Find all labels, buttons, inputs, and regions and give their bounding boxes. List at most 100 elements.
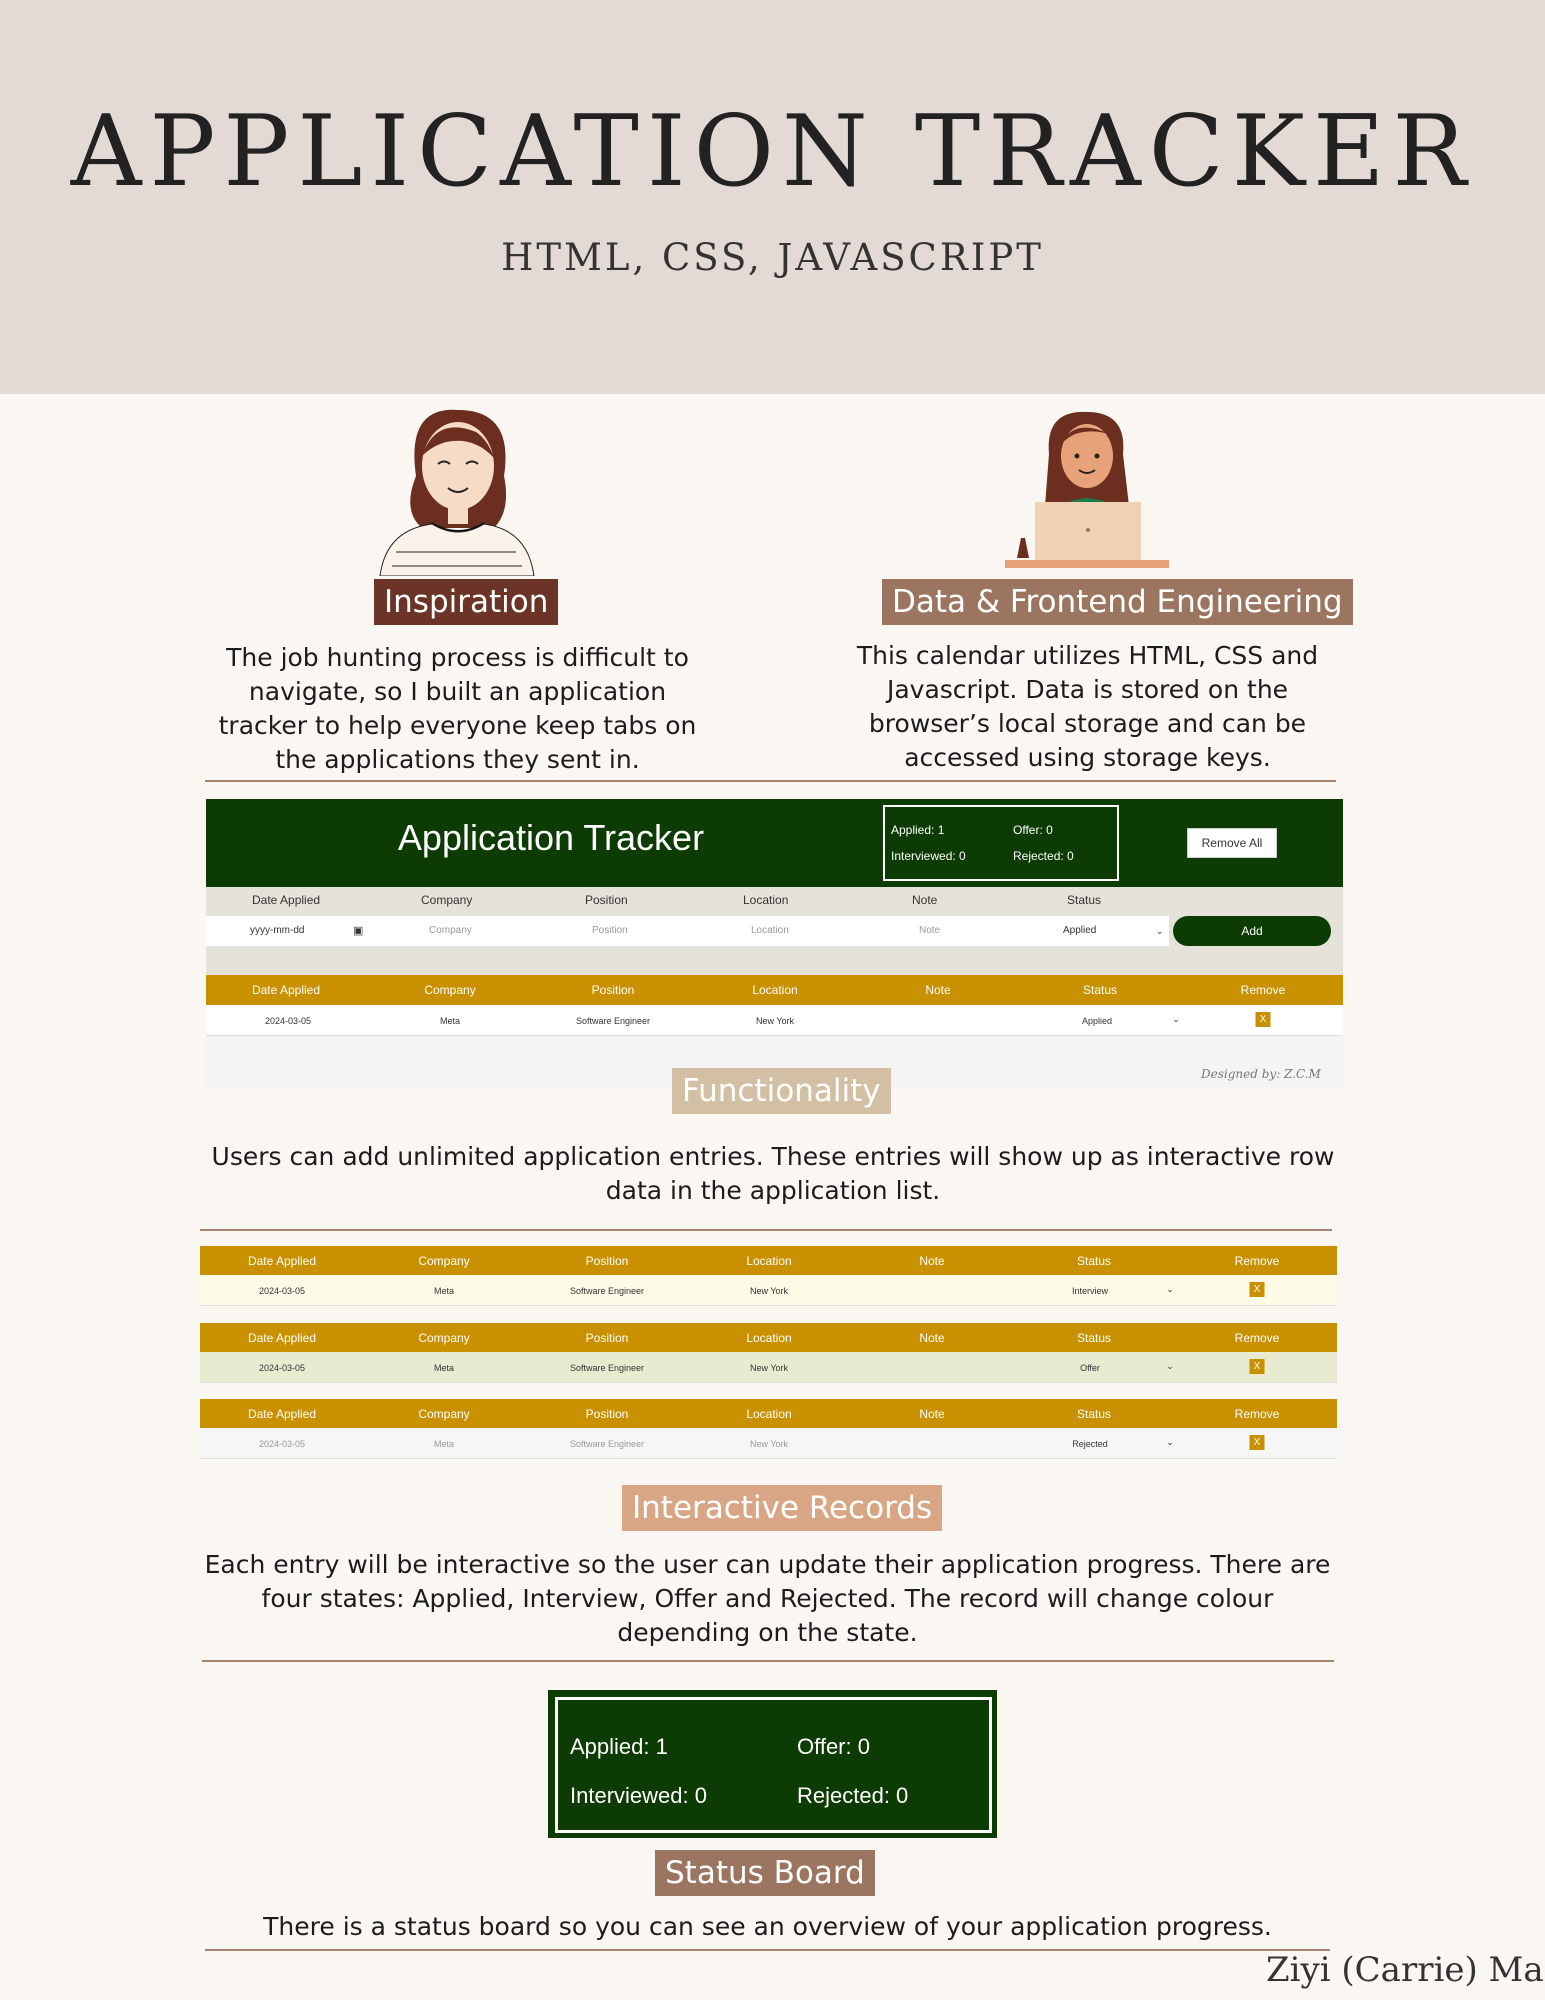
tracker-status-box: Applied: 1 Offer: 0 Interviewed: 0 Rejec…	[883, 805, 1119, 881]
col-position: Position	[585, 1331, 629, 1345]
col-remove: Remove	[1234, 1407, 1280, 1421]
col-note: Note	[919, 1254, 945, 1268]
col-location: Location	[746, 1331, 792, 1345]
tracker-applied-count: Applied: 1	[891, 823, 945, 837]
record-table-header: Date Applied Company Position Location Note S…	[200, 1323, 1337, 1352]
row-location: New York	[749, 1439, 789, 1449]
form-label-status: Status	[1067, 893, 1102, 907]
col-note: Note	[919, 1331, 945, 1345]
col-date: Date Applied	[251, 983, 321, 997]
record-state-table: Date Applied Company Position Location Note S…	[200, 1323, 1337, 1383]
divider-4	[205, 1949, 1330, 1951]
status-board: Applied: 1 Offer: 0 Interviewed: 0 Rejec…	[548, 1690, 997, 1838]
location-placeholder: Location	[751, 925, 789, 936]
note-input[interactable]: Note	[849, 916, 1009, 946]
page-subtitle: HTML, CSS, JAVASCRIPT	[501, 236, 1044, 279]
divider-2	[200, 1229, 1332, 1231]
col-position: Position	[591, 983, 635, 997]
engineering-text: This calendar utilizes HTML, CSS and Jav…	[856, 641, 1319, 772]
functionality-text: Users can add unlimited application entr…	[211, 1142, 1335, 1205]
col-location: Location	[746, 1254, 792, 1268]
designed-by-credit: Designed by: Z.C.M	[1201, 1067, 1321, 1081]
col-company: Company	[418, 1407, 470, 1421]
table-row: 2024-03-05 Meta Software Engineer New York R…	[200, 1428, 1337, 1459]
chevron-down-icon: ⌄	[1166, 1437, 1174, 1447]
col-date: Date Applied	[247, 1331, 317, 1345]
row-location: New York	[749, 1363, 789, 1373]
status-select[interactable]: Applied ⌄	[1009, 916, 1169, 946]
row-position: Software Engineer	[575, 1016, 651, 1026]
remove-row-button[interactable]: X	[1249, 1435, 1265, 1450]
position-input[interactable]: Position	[529, 916, 689, 946]
page-title: APPLICATION TRACKER	[70, 95, 1475, 209]
interactive-records-label: Interactive Records	[622, 1485, 943, 1531]
col-company: Company	[424, 983, 476, 997]
row-status-select[interactable]: Rejected	[1072, 1439, 1108, 1449]
table-row: 2024-03-05 Meta Software Engineer New York I…	[200, 1275, 1337, 1306]
form-label-company: Company	[421, 893, 473, 907]
status-select-value: Applied	[1063, 925, 1097, 936]
row-date: 2024-03-05	[258, 1286, 306, 1296]
chevron-down-icon: ⌄	[1156, 926, 1164, 936]
col-company: Company	[418, 1254, 470, 1268]
interactive-records-text: Each entry will be interactive so the us…	[204, 1550, 1331, 1647]
tracker-rejected-count: Rejected: 0	[1013, 849, 1074, 863]
record-state-table: Date Applied Company Position Location Note S…	[200, 1246, 1337, 1306]
col-date: Date Applied	[247, 1407, 317, 1421]
col-date: Date Applied	[247, 1254, 317, 1268]
col-status: Status	[1076, 1407, 1112, 1421]
remove-row-button[interactable]: X	[1249, 1282, 1265, 1297]
row-company: Meta	[433, 1286, 455, 1296]
col-company: Company	[418, 1331, 470, 1345]
record-state-table: Date Applied Company Position Location Note S…	[200, 1399, 1337, 1459]
chevron-down-icon: ⌄	[1166, 1284, 1174, 1294]
row-position: Software Engineer	[569, 1363, 645, 1373]
table-row: 2024-03-05 Meta Software Engineer New Yo…	[206, 1005, 1343, 1036]
col-remove: Remove	[1234, 1254, 1280, 1268]
location-input[interactable]: Location	[689, 916, 849, 946]
remove-row-button[interactable]: X	[1249, 1359, 1265, 1374]
col-status: Status	[1076, 1331, 1112, 1345]
row-status-select[interactable]: Interview	[1072, 1286, 1108, 1296]
divider-1	[205, 780, 1336, 782]
row-company: Meta	[439, 1016, 461, 1026]
col-status: Status	[1076, 1254, 1112, 1268]
form-label-position: Position	[585, 893, 628, 907]
row-location: New York	[749, 1286, 789, 1296]
col-position: Position	[585, 1407, 629, 1421]
company-input[interactable]: Company	[369, 916, 529, 946]
add-button[interactable]: Add	[1173, 916, 1331, 946]
status-board-text: There is a status board so you can see a…	[263, 1912, 1272, 1941]
row-position: Software Engineer	[569, 1439, 645, 1449]
status-board-frame: Applied: 1 Offer: 0 Interviewed: 0 Rejec…	[555, 1697, 992, 1833]
board-interviewed-count: Interviewed: 0	[570, 1783, 707, 1808]
chevron-down-icon: ⌄	[1166, 1361, 1174, 1371]
table-row: 2024-03-05 Meta Software Engineer New York O…	[200, 1352, 1337, 1383]
divider-3	[202, 1660, 1334, 1662]
remove-row-button[interactable]: X	[1255, 1012, 1271, 1027]
date-placeholder: yyyy-mm-dd	[250, 925, 305, 936]
woman-laptop-illustration	[1005, 411, 1169, 568]
row-status-select[interactable]: Offer	[1080, 1363, 1100, 1373]
inspiration-text: The job hunting process is difficult to …	[218, 643, 697, 774]
woman-smiling-illustration	[379, 409, 535, 576]
row-status-select[interactable]: Applied	[1082, 1016, 1112, 1026]
row-company: Meta	[433, 1439, 455, 1449]
row-date: 2024-03-05	[264, 1016, 312, 1026]
position-placeholder: Position	[592, 925, 628, 936]
note-placeholder: Note	[919, 925, 941, 936]
board-rejected-count: Rejected: 0	[797, 1783, 909, 1808]
record-table-header: Date Applied Company Position Location Note S…	[200, 1399, 1337, 1428]
col-note: Note	[919, 1407, 945, 1421]
tracker-table-header: Date Applied Company Position Location N…	[206, 975, 1343, 1005]
date-input[interactable]: yyyy-mm-dd ▣	[206, 916, 369, 946]
col-status: Status	[1082, 983, 1118, 997]
calendar-icon[interactable]: ▣	[353, 916, 363, 946]
row-date: 2024-03-05	[258, 1439, 306, 1449]
remove-all-button[interactable]: Remove All	[1187, 828, 1277, 858]
board-applied-count: Applied: 1	[570, 1734, 668, 1759]
author-signature: Ziyi (Carrie) Ma	[1266, 1950, 1544, 1990]
record-table-header: Date Applied Company Position Location Note S…	[200, 1246, 1337, 1275]
functionality-label: Functionality	[672, 1068, 891, 1114]
tracker-screenshot: Application Tracker Applied: 1 Offer: 0 …	[206, 799, 1343, 1089]
